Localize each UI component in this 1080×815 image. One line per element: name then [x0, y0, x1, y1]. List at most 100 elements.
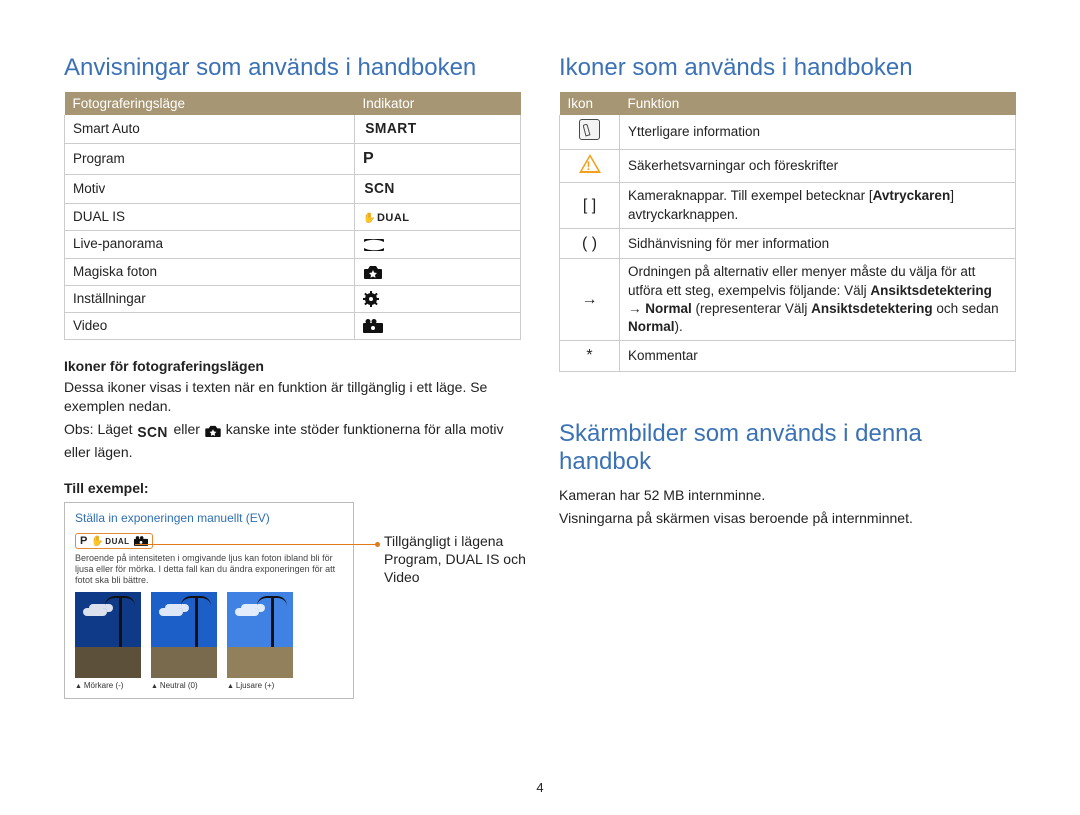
table-row: Inställningar — [65, 285, 521, 312]
indicator-cell: SCN — [355, 174, 521, 203]
screenshots-line-1: Kameran har 52 MB internminne. — [559, 486, 1016, 505]
shooting-mode-table: Fotograferingsläge Indikator Smart Auto … — [64, 92, 521, 340]
note-part-a: Obs: Läget — [64, 421, 136, 437]
thumb-caption: Neutral (0) — [151, 681, 217, 690]
text-part: och sedan — [933, 301, 999, 316]
table-row: ( ) Sidhänvisning för mer information — [560, 228, 1016, 259]
col-mode-header: Fotograferingsläge — [65, 92, 355, 115]
scene-icon: SCN — [138, 423, 169, 443]
table-row: → Ordningen på alternativ eller menyer m… — [560, 259, 1016, 341]
right-heading-1: Ikoner som används i handboken — [559, 54, 1016, 82]
example-thumbnails: Mörkare (-) Neutral (0) Ljusare (+) — [75, 592, 343, 690]
function-cell: Ytterligare information — [620, 115, 1016, 150]
warning-icon — [579, 154, 601, 173]
note-part-b: eller — [173, 421, 203, 437]
mode-cell: Smart Auto — [65, 115, 355, 144]
right-column: Ikoner som används i handboken Ikon Funk… — [559, 54, 1016, 815]
indicator-cell: ✋DUAL — [355, 204, 521, 231]
thumb-lighter: Ljusare (+) — [227, 592, 293, 690]
modes-icons-desc: Dessa ikoner visas i texten när en funkt… — [64, 378, 521, 416]
icon-cell: → — [560, 259, 620, 341]
text-part: ). — [675, 319, 683, 334]
info-icon — [579, 119, 600, 140]
dual-is-icon: ✋DUAL — [363, 211, 410, 226]
icon-cell — [560, 115, 620, 150]
gear-icon — [363, 291, 379, 307]
table-row: Smart Auto SMART — [65, 115, 521, 144]
indicator-cell — [355, 285, 521, 312]
icon-cell: [ ] — [560, 183, 620, 228]
text-bold: Ansiktsdetektering — [870, 283, 992, 298]
function-cell: Ordningen på alternativ eller menyer mås… — [620, 259, 1016, 341]
right-heading-2: Skärmbilder som används i denna handbok — [559, 420, 1016, 476]
smart-auto-icon: SMART — [365, 119, 416, 139]
text-part: → — [628, 301, 645, 316]
mode-cell: Live-panorama — [65, 231, 355, 258]
modes-icons-note: Obs: Läget SCN eller kanske inte stöder … — [64, 420, 521, 462]
screenshots-line-2: Visningarna på skärmen visas beroende på… — [559, 509, 1016, 528]
modes-icons-subheading: Ikoner för fotograferingslägen — [64, 358, 521, 374]
thumb-caption: Mörkare (-) — [75, 681, 141, 690]
indicator-cell — [355, 258, 521, 285]
thumb-caption: Ljusare (+) — [227, 681, 293, 690]
video-icon — [363, 319, 383, 333]
function-cell: Kameraknappar. Till exempel betecknar [A… — [620, 183, 1016, 228]
example-subheading: Till exempel: — [64, 480, 521, 496]
indicator-cell: P — [355, 144, 521, 175]
callout-line — [135, 544, 377, 545]
indicator-cell: SMART — [355, 115, 521, 144]
table-row: Motiv SCN — [65, 174, 521, 203]
icon-cell: ( ) — [560, 228, 620, 259]
magic-photo-icon — [204, 425, 222, 437]
function-cell: Sidhänvisning för mer information — [620, 228, 1016, 259]
table-row: * Kommentar — [560, 341, 1016, 372]
mode-cell: Video — [65, 312, 355, 339]
table-row: [ ] Kameraknappar. Till exempel beteckna… — [560, 183, 1016, 228]
function-cell: Kommentar — [620, 341, 1016, 372]
paren-icon: ( ) — [582, 235, 597, 252]
thumb-neutral: Neutral (0) — [151, 592, 217, 690]
magic-photo-icon — [363, 265, 383, 279]
table-row: Video — [65, 312, 521, 339]
table-row: Program P — [65, 144, 521, 175]
example-box: Ställa in exponeringen manuellt (EV) P ✋… — [64, 502, 354, 698]
text-bold: Normal — [628, 319, 675, 334]
function-cell: Säkerhetsvarningar och föreskrifter — [620, 150, 1016, 183]
text-part: Kameraknappar. Till exempel betecknar [ — [628, 188, 873, 203]
arrow-icon: → — [582, 291, 598, 308]
program-icon: P — [80, 535, 87, 547]
icon-cell: * — [560, 341, 620, 372]
left-column: Anvisningar som används i handboken Foto… — [64, 54, 521, 815]
indicator-cell — [355, 231, 521, 258]
scene-icon: SCN — [364, 179, 395, 199]
table-row: Magiska foton — [65, 258, 521, 285]
mode-cell: Program — [65, 144, 355, 175]
example-title: Ställa in exponeringen manuellt (EV) — [75, 511, 343, 525]
mode-cell: Magiska foton — [65, 258, 355, 285]
indicator-cell — [355, 312, 521, 339]
asterisk-icon: * — [586, 347, 592, 364]
example-mode-badges: P ✋DUAL — [75, 533, 153, 549]
example-wrapper: Ställa in exponeringen manuellt (EV) P ✋… — [64, 502, 521, 698]
table-row: Live-panorama — [65, 231, 521, 258]
table-row: Ytterligare information — [560, 115, 1016, 150]
example-desc: Beroende på intensiteten i omgivande lju… — [75, 553, 343, 585]
text-bold: Normal — [645, 301, 692, 316]
text-bold: Ansiktsdetektering — [811, 301, 933, 316]
dual-is-icon: ✋DUAL — [91, 536, 129, 547]
col-function-header: Funktion — [620, 92, 1016, 115]
icon-cell — [560, 150, 620, 183]
example-callout: Tillgängligt i lägena Program, DUAL IS o… — [384, 532, 554, 587]
program-icon: P — [363, 150, 374, 167]
manual-page: Anvisningar som används i handboken Foto… — [0, 0, 1080, 815]
thumb-darker: Mörkare (-) — [75, 592, 141, 690]
bracket-icon: [ ] — [583, 197, 596, 214]
col-icon-header: Ikon — [560, 92, 620, 115]
col-indicator-header: Indikator — [355, 92, 521, 115]
panorama-icon — [363, 238, 385, 252]
mode-cell: DUAL IS — [65, 204, 355, 231]
text-bold: Avtryckaren — [873, 188, 951, 203]
left-heading: Anvisningar som används i handboken — [64, 54, 521, 82]
text-part: (representerar Välj — [692, 301, 811, 316]
table-row: Säkerhetsvarningar och föreskrifter — [560, 150, 1016, 183]
